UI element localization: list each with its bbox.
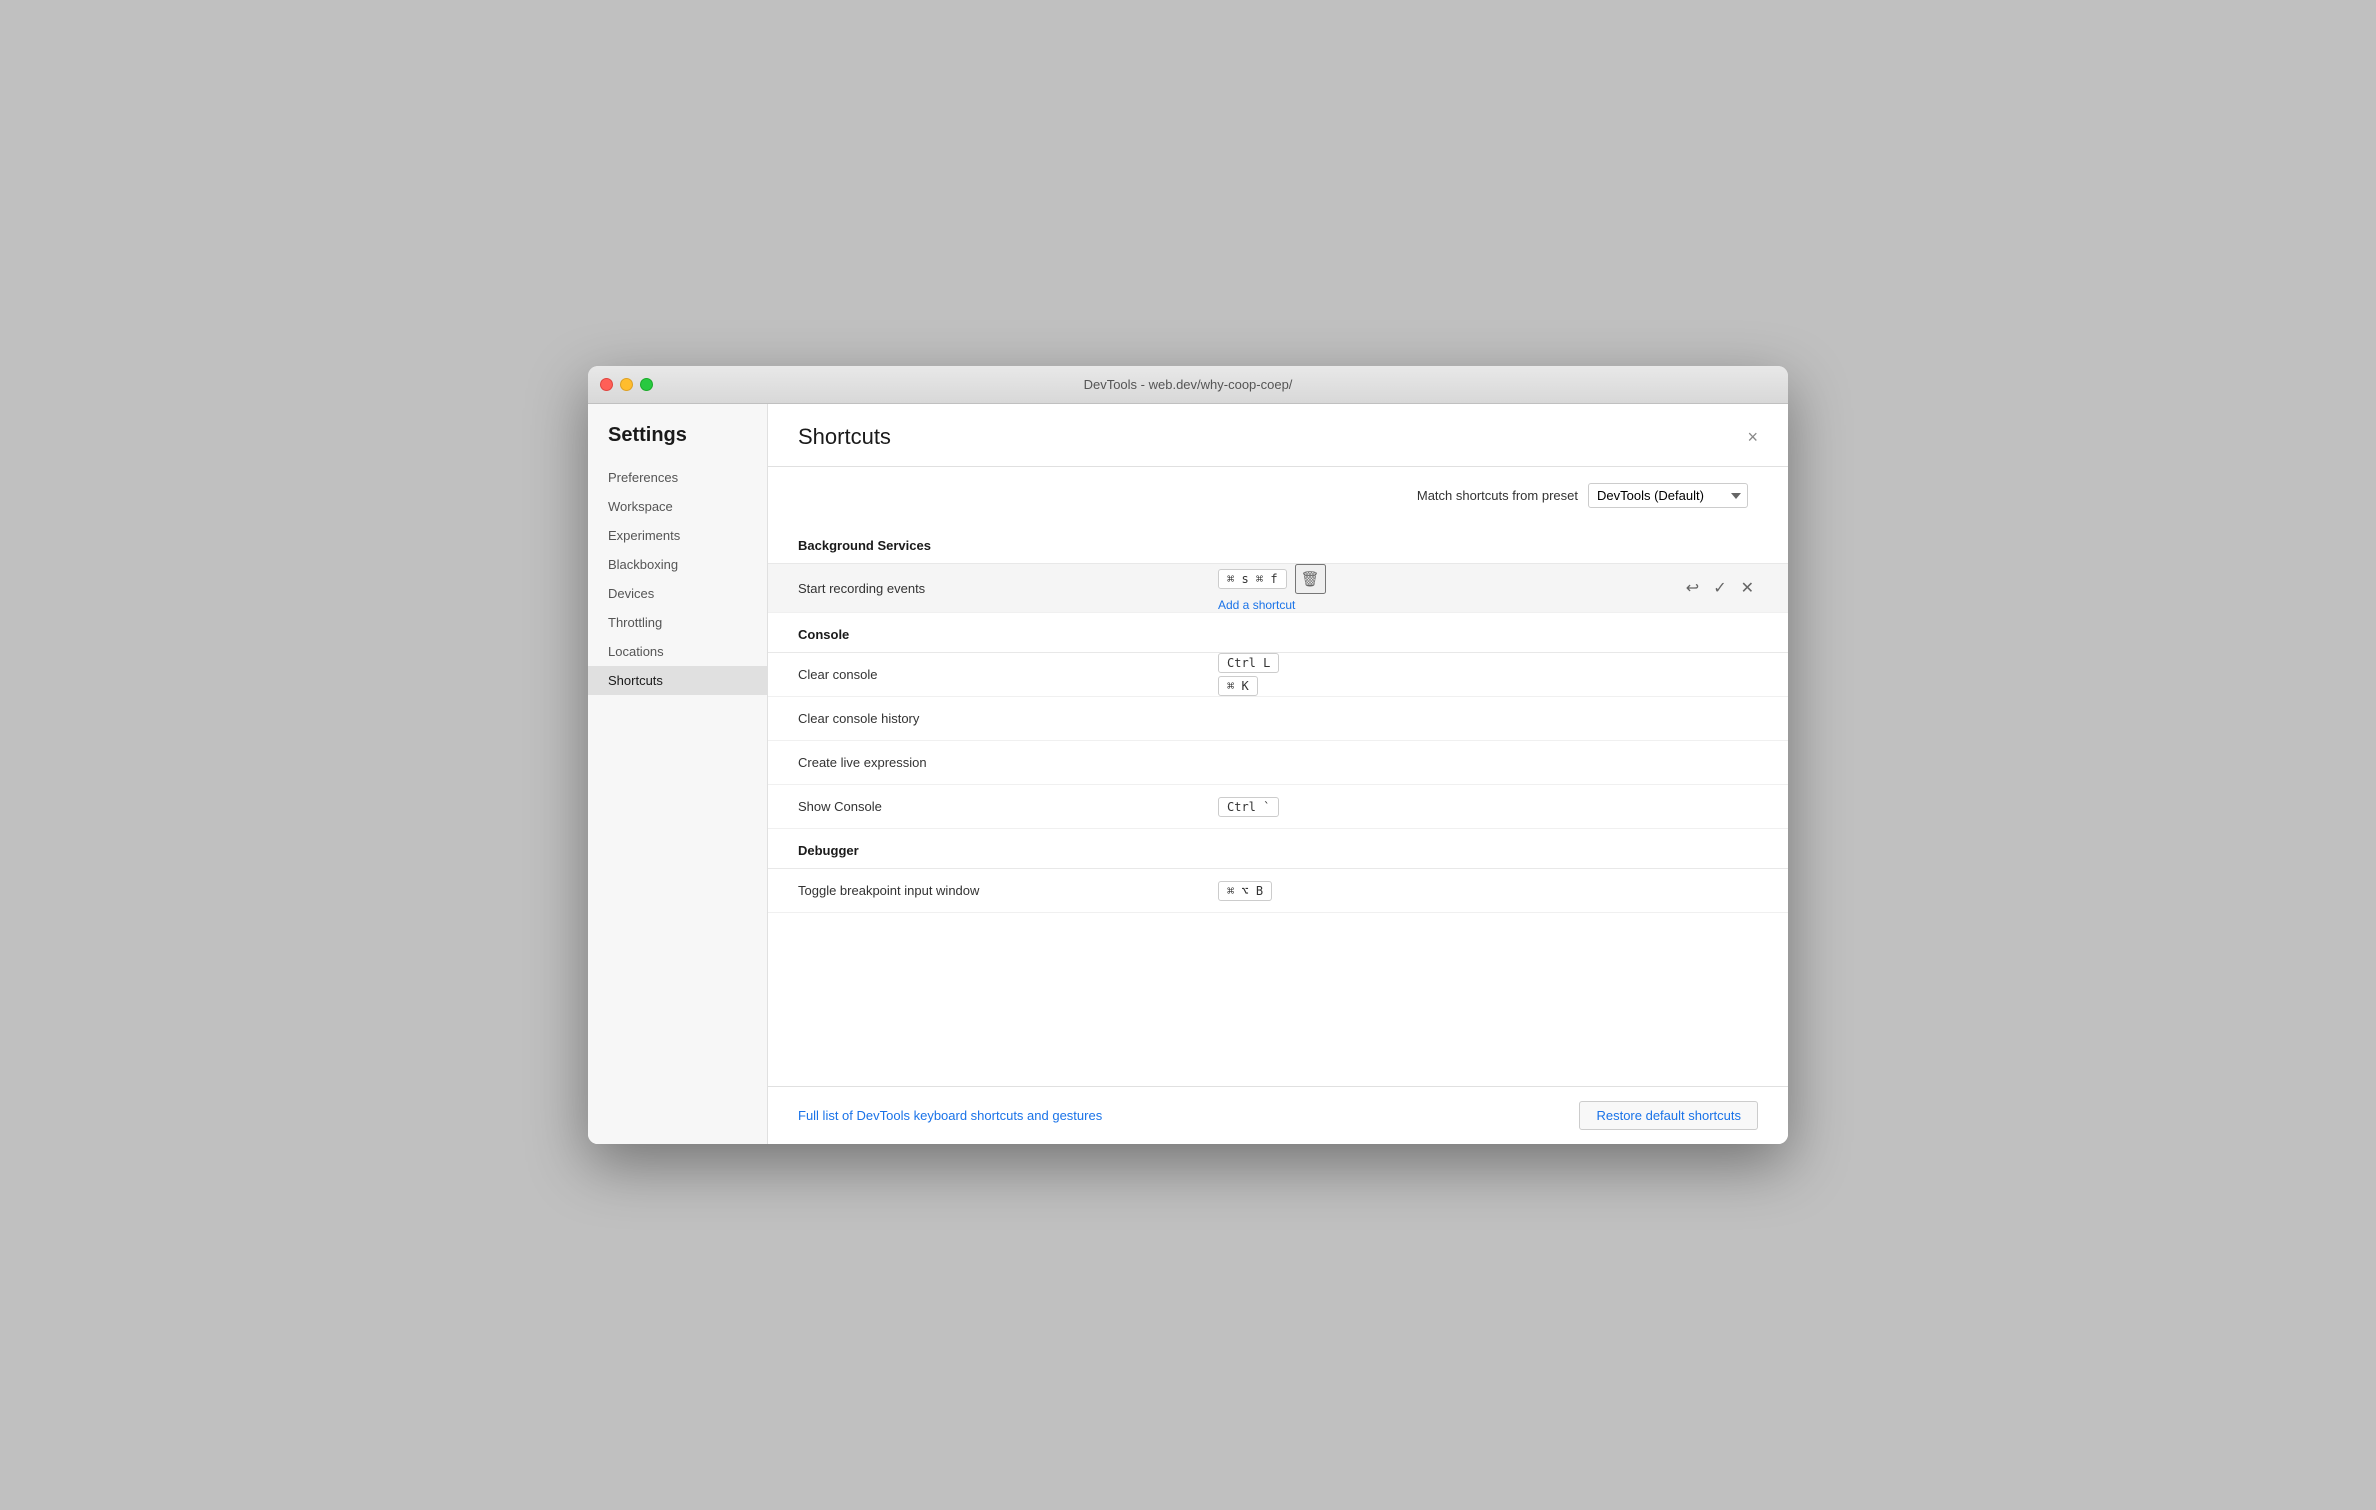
sidebar-title: Settings [588, 424, 767, 463]
shortcut-name-create-live-expression: Create live expression [798, 755, 1218, 770]
page-title: Shortcuts [798, 424, 891, 450]
shortcut-keys-show-console: Ctrl ` [1218, 797, 1758, 817]
minimize-button[interactable] [620, 378, 633, 391]
shortcut-name-show-console: Show Console [798, 799, 1218, 814]
restore-defaults-button[interactable]: Restore default shortcuts [1579, 1101, 1758, 1130]
cancel-edit-button[interactable]: ✕ [1737, 576, 1758, 600]
sidebar-item-locations[interactable]: Locations [588, 637, 767, 666]
section-header-debugger: Debugger [768, 829, 1788, 869]
undo-edit-button[interactable]: ↩ [1682, 576, 1703, 600]
sidebar-item-devices[interactable]: Devices [588, 579, 767, 608]
key-badge-cmd-k: ⌘ K [1218, 676, 1258, 696]
shortcut-row-create-live-expression: Create live expression [768, 741, 1788, 785]
sidebar-item-throttling[interactable]: Throttling [588, 608, 767, 637]
window-title: DevTools - web.dev/why-coop-coep/ [1084, 377, 1293, 392]
preset-select[interactable]: DevTools (Default) Visual Studio Code [1588, 483, 1748, 508]
close-settings-button[interactable]: × [1747, 428, 1758, 446]
footer: Full list of DevTools keyboard shortcuts… [768, 1086, 1788, 1144]
sidebar-item-experiments[interactable]: Experiments [588, 521, 767, 550]
shortcut-name-clear-console-history: Clear console history [798, 711, 1218, 726]
section-header-console: Console [768, 613, 1788, 653]
main-content: Shortcuts × Match shortcuts from preset … [768, 404, 1788, 1144]
close-button[interactable] [600, 378, 613, 391]
key-badge-ctrl-backtick: Ctrl ` [1218, 797, 1279, 817]
shortcut-keys-start-recording: ⌘ s ⌘ f 🗑 Add a shortcut [1218, 564, 1672, 612]
maximize-button[interactable] [640, 378, 653, 391]
add-shortcut-link[interactable]: Add a shortcut [1218, 598, 1295, 612]
shortcut-row-toggle-breakpoint: Toggle breakpoint input window ⌘ ⌥ B [768, 869, 1788, 913]
delete-shortcut-button[interactable]: 🗑 [1295, 564, 1326, 594]
edit-actions: ↩ ✓ ✕ [1682, 576, 1758, 600]
key-badge-ctrl-l: Ctrl L [1218, 653, 1279, 673]
sidebar-item-shortcuts[interactable]: Shortcuts [588, 666, 767, 695]
preset-label: Match shortcuts from preset [1417, 488, 1578, 503]
shortcut-name-clear-console: Clear console [798, 667, 1218, 682]
preset-row: Match shortcuts from preset DevTools (De… [768, 467, 1788, 524]
full-list-link[interactable]: Full list of DevTools keyboard shortcuts… [798, 1108, 1102, 1123]
shortcut-row-clear-console-history: Clear console history [768, 697, 1788, 741]
sidebar: Settings Preferences Workspace Experimen… [588, 404, 768, 1144]
shortcut-keys-clear-console: Ctrl L ⌘ K [1218, 653, 1758, 696]
sidebar-item-preferences[interactable]: Preferences [588, 463, 767, 492]
sidebar-item-blackboxing[interactable]: Blackboxing [588, 550, 767, 579]
titlebar: DevTools - web.dev/why-coop-coep/ [588, 366, 1788, 404]
key-badge-cmd-s-cmd-f: ⌘ s ⌘ f [1218, 569, 1287, 589]
key-badge-cmd-opt-b: ⌘ ⌥ B [1218, 881, 1272, 901]
shortcuts-body: Background Services Start recording even… [768, 524, 1788, 1086]
section-header-background-services: Background Services [768, 524, 1788, 564]
confirm-edit-button[interactable]: ✓ [1709, 576, 1730, 600]
main-header: Shortcuts × [768, 404, 1788, 467]
shortcut-name-toggle-breakpoint: Toggle breakpoint input window [798, 883, 1218, 898]
devtools-window: DevTools - web.dev/why-coop-coep/ Settin… [588, 366, 1788, 1144]
sidebar-item-workspace[interactable]: Workspace [588, 492, 767, 521]
traffic-lights [600, 378, 653, 391]
shortcut-row-show-console: Show Console Ctrl ` [768, 785, 1788, 829]
content-area: Settings Preferences Workspace Experimen… [588, 404, 1788, 1144]
shortcut-row-start-recording: Start recording events ⌘ s ⌘ f 🗑 Add a s… [768, 564, 1788, 613]
shortcut-name-start-recording: Start recording events [798, 581, 1218, 596]
shortcut-row-clear-console: Clear console Ctrl L ⌘ K [768, 653, 1788, 697]
shortcut-keys-toggle-breakpoint: ⌘ ⌥ B [1218, 881, 1758, 901]
